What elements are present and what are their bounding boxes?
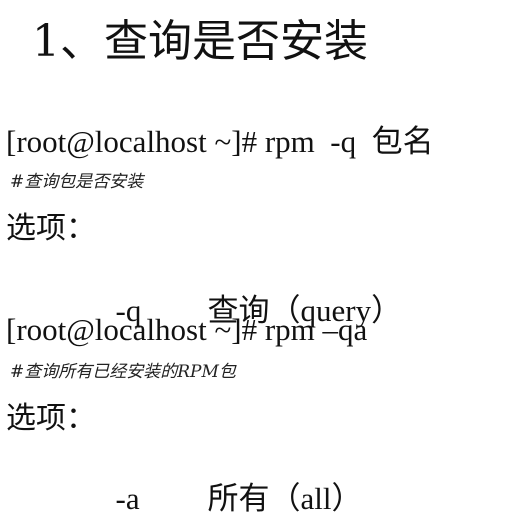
command-line-query-package: [root@localhost ~]# rpm -q 包名	[6, 124, 434, 159]
section-title: 1、查询是否安装	[32, 16, 368, 67]
comment-query-package: #查询包是否安装	[10, 172, 144, 192]
options-label: 选项：	[6, 211, 96, 246]
option-row-a: -a 所有（all）	[100, 452, 363, 514]
command-line-query-all: [root@localhost ~]# rpm –qa	[6, 312, 368, 347]
comment-query-all: #查询所有已经安装的RPM包	[10, 362, 236, 382]
options-label: 选项：	[6, 401, 96, 436]
